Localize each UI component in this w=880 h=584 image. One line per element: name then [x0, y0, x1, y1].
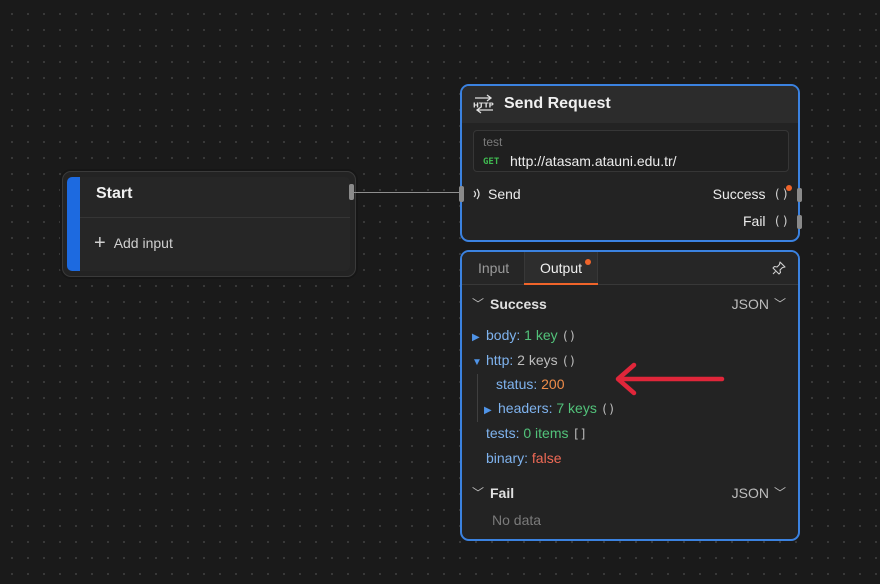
success-port: Success () [713, 186, 790, 202]
key-http: http: [486, 352, 514, 368]
value-http: 2 keys [517, 352, 558, 368]
method-badge: GET [483, 157, 500, 167]
svg-text:HTTP: HTTP [473, 102, 494, 110]
format-label: JSON [731, 484, 769, 501]
http-icon: HTTP [473, 94, 494, 114]
format-label: JSON [731, 295, 769, 312]
key-headers: headers: [498, 400, 553, 416]
key-binary: binary: [486, 450, 529, 466]
value-status: 200 [541, 376, 565, 392]
tree-row-tests: tests: 0 items[] [486, 425, 587, 441]
add-input-label: Add input [113, 235, 173, 251]
success-port-label: Success [712, 186, 766, 202]
chevron-down-icon: ﹀ [773, 486, 786, 500]
fail-section-header[interactable]: ﹀ Fail JSON ﹀ [472, 484, 786, 501]
annotation-arrow-icon [615, 362, 725, 396]
value-headers: 7 keys [556, 400, 597, 416]
plus-icon: + [94, 232, 106, 254]
fail-output-handle[interactable] [797, 215, 802, 229]
connection-edge[interactable] [354, 192, 460, 193]
chevron-down-icon: ﹀ [472, 486, 485, 500]
request-url-field[interactable]: test GET http://atasam.atauni.edu.tr/ [473, 130, 789, 172]
bracket-headers: () [600, 402, 616, 416]
value-tests: 0 items [523, 425, 569, 441]
expand-triangle-icon: ▶ [484, 405, 492, 416]
success-section-header[interactable]: ﹀ Success JSON ﹀ [472, 295, 786, 312]
chevron-down-icon: ﹀ [773, 297, 786, 311]
fail-empty-text: No data [492, 512, 542, 528]
send-request-node[interactable]: HTTP Send Request test GET http://atasam… [459, 84, 802, 242]
fail-port-label: Fail [742, 213, 766, 229]
fail-section-title: Fail [490, 484, 515, 501]
start-node[interactable]: Start + Add input [62, 171, 356, 277]
start-node-color-bar [67, 177, 80, 271]
bracket-tests: [] [572, 427, 587, 441]
tree-row-binary: binary: false [486, 450, 562, 466]
node-title: Send Request [504, 95, 611, 112]
value-body: 1 key [524, 327, 558, 343]
panel-tabs: Input Output [462, 252, 798, 285]
active-tab-indicator [524, 283, 598, 285]
fail-port: Fail () [743, 213, 790, 229]
tree-row-status: status: 200 [496, 376, 565, 392]
tree-row-http[interactable]: ▼ http: 2 keys() [472, 352, 576, 368]
fail-port-value: () [773, 214, 790, 228]
bracket-http: () [561, 354, 577, 368]
send-input-handle[interactable] [459, 186, 464, 202]
node-header: HTTP Send Request [462, 86, 798, 123]
send-port-label: Send [488, 186, 521, 202]
bracket-body: () [561, 329, 577, 343]
notification-dot [786, 185, 792, 191]
expand-triangle-icon: ▶ [472, 332, 480, 343]
key-body: body: [486, 327, 521, 343]
tree-row-body[interactable]: ▶ body: 1 key() [472, 327, 576, 343]
fail-format-select[interactable]: JSON ﹀ [732, 484, 786, 501]
start-node-title: Start [96, 185, 133, 202]
send-port: Send [472, 186, 521, 202]
tree-guide-line [477, 374, 478, 422]
tree-row-headers[interactable]: ▶ headers: 7 keys() [484, 400, 615, 416]
tab-input[interactable]: Input [478, 252, 509, 284]
signal-icon [473, 188, 480, 200]
add-input-button[interactable]: + Add input [94, 232, 173, 254]
request-name: test [483, 135, 503, 149]
key-tests: tests: [486, 425, 520, 441]
success-section-title: Success [490, 295, 547, 312]
tab-output[interactable]: Output [524, 252, 598, 285]
collapse-triangle-icon: ▼ [472, 357, 482, 368]
output-notification-dot [585, 259, 591, 265]
success-format-select[interactable]: JSON ﹀ [732, 295, 786, 312]
divider [80, 217, 350, 218]
success-output-handle[interactable] [797, 188, 802, 202]
key-status: status: [496, 376, 538, 392]
chevron-down-icon: ﹀ [472, 297, 485, 311]
pin-icon[interactable] [772, 261, 786, 275]
request-url: http://atasam.atauni.edu.tr/ [510, 153, 677, 169]
value-binary: false [531, 450, 562, 466]
